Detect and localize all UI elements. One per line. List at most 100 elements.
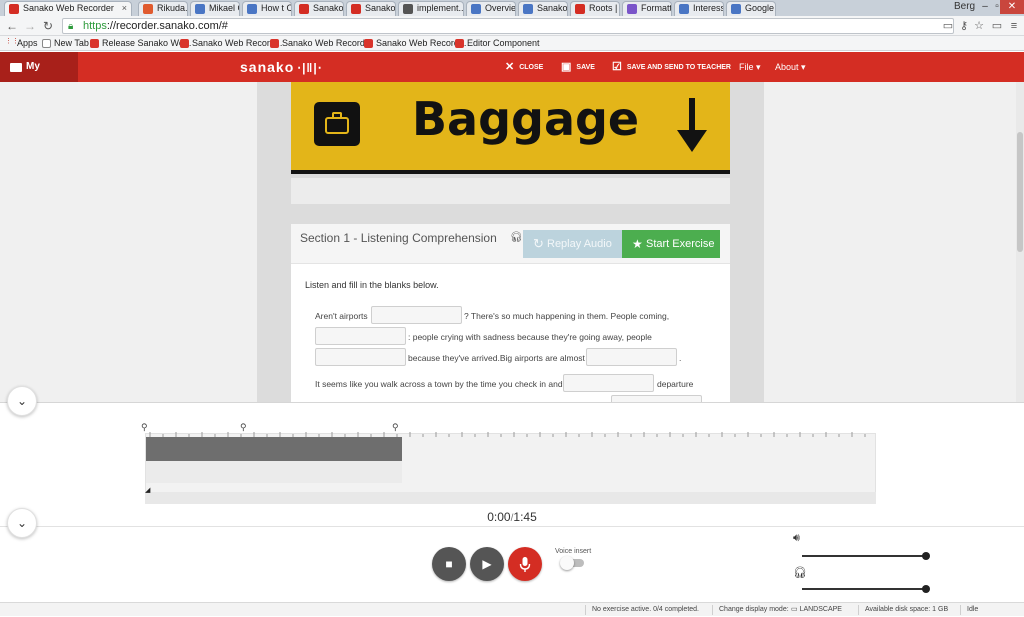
browser-tab[interactable]: Interess... [674, 1, 724, 16]
about-menu[interactable]: About ▾ [775, 52, 806, 82]
tab-label: Sanako Web Recorder [23, 3, 114, 13]
tab-close-icon[interactable]: × [122, 2, 127, 15]
blank-input-5[interactable] [563, 374, 654, 392]
marker-pin-icon[interactable]: ⚲ [141, 422, 148, 433]
bookmark-label: New Tab [54, 38, 89, 48]
cast-icon[interactable]: ▭ [990, 19, 1004, 33]
marker-pin-icon[interactable]: ⚲ [240, 422, 247, 433]
marker-pin-icon[interactable]: ⚲ [392, 422, 399, 433]
start-exercise-button[interactable]: ★ Start Exercise [622, 230, 720, 258]
bookmark-item[interactable]: New Tab [42, 37, 89, 50]
page-scrollbar[interactable] [1016, 82, 1024, 402]
my-classes-button[interactable]: My classes [0, 52, 78, 102]
tab-favicon-icon [575, 4, 585, 14]
close-button[interactable]: ✕ CLOSE [505, 52, 543, 82]
tab-label: Overview [485, 3, 516, 13]
address-bar[interactable]: 🔒︎ https://recorder.sanako.com/# [62, 18, 954, 34]
blank-input-1[interactable] [371, 306, 462, 324]
back-icon[interactable]: ← [4, 18, 20, 34]
apps-grid-icon: ⋮⋮ [5, 38, 19, 45]
save-button[interactable]: ▣ SAVE [561, 52, 595, 82]
bookmark-label: Sanako Web Record... [282, 38, 373, 48]
scrollbar-thumb[interactable] [1017, 132, 1023, 252]
tab-label: Sanako 4... [313, 3, 344, 13]
slider-knob[interactable] [922, 585, 930, 593]
chevron-down-icon: ▾ [801, 62, 806, 72]
playback-volume-slider[interactable] [802, 552, 930, 560]
stop-button[interactable]: ■ [432, 547, 466, 581]
tab-favicon-icon [523, 4, 533, 14]
blank-input-2[interactable] [315, 327, 406, 345]
blank-input-6[interactable] [611, 395, 702, 402]
browser-tab[interactable]: Rikuda... [138, 1, 188, 16]
blank-input-3[interactable] [315, 348, 406, 366]
logo-text: sanako [240, 59, 295, 75]
browser-tab[interactable]: Roots | Sa... [570, 1, 620, 16]
headphone-volume-slider[interactable] [802, 585, 930, 593]
collapse-page-button[interactable]: ⌄ [7, 386, 37, 416]
file-menu[interactable]: File ▾ [739, 52, 761, 82]
browser-tab[interactable]: Overview [466, 1, 516, 16]
bookmark-label: Sanako Web Record... [192, 38, 283, 48]
text-line-3: because they've arrived.Big airports are… [408, 353, 585, 363]
menu-icon[interactable]: ≡ [1007, 19, 1021, 33]
bookmark-item[interactable]: ⋮⋮ Apps [5, 37, 38, 50]
sanako-favicon-icon [364, 39, 373, 48]
save-send-label: SAVE AND SEND TO TEACHER [626, 63, 731, 71]
browser-tab[interactable]: Sanako - Ne... [518, 1, 568, 16]
browser-tab[interactable]: Mikael G... [190, 1, 240, 16]
browser-tab[interactable]: Formatt3 [622, 1, 672, 16]
display-mode-toggle[interactable]: ▭ LANDSCAPE [791, 603, 842, 617]
play-button[interactable]: ▶ [470, 547, 504, 581]
display-mode-label: Change display mode: [719, 606, 789, 613]
bookmark-item[interactable]: Sanako Web Record... [180, 37, 282, 50]
browser-tab[interactable]: Sanako 4... [294, 1, 344, 16]
save-label: SAVE [576, 63, 595, 71]
panel-divider [0, 526, 1024, 527]
record-button[interactable] [508, 547, 542, 581]
bookmark-item[interactable]: Editor Component [455, 37, 540, 50]
instructions: Listen and fill in the blanks below. [305, 280, 439, 290]
browser-tab[interactable]: implement... [398, 1, 464, 16]
voice-insert-toggle[interactable] [560, 556, 584, 570]
bookmark-star-icon[interactable]: ☆ [972, 19, 986, 33]
camera-icon[interactable]: ▭ [941, 19, 955, 33]
tab-favicon-icon [403, 4, 413, 14]
reload-icon[interactable]: ↻ [40, 18, 56, 34]
bookmarks-bar: ⋮⋮ Apps New Tab Release Sanako We... Sanako … [0, 36, 1024, 51]
lock-icon: 🔒︎ [68, 21, 74, 32]
bookmark-item[interactable]: Sanako Web Record... [270, 37, 372, 50]
close-label: CLOSE [519, 63, 544, 71]
playhead-icon[interactable]: ◢ [145, 486, 150, 494]
window-close-icon[interactable]: ✕ [1000, 0, 1024, 14]
key-icon[interactable]: ⚷ [957, 19, 971, 33]
tab-favicon-icon [195, 4, 205, 14]
collapse-player-button[interactable]: ⌄ [7, 508, 37, 538]
slider-knob[interactable] [922, 552, 930, 560]
browser-tab[interactable]: Sanako Web Recorder × [4, 1, 132, 16]
close-icon: ✕ [505, 61, 515, 73]
stop-icon: ■ [445, 557, 453, 571]
tab-favicon-icon [9, 4, 19, 14]
tab-favicon-icon [299, 4, 309, 14]
playback-timer: 0:00/1:45 [0, 510, 1024, 524]
save-send-button[interactable]: ☑ SAVE AND SEND TO TEACHER [612, 52, 731, 82]
browser-user-label[interactable]: Berg [954, 0, 975, 14]
forward-icon[interactable]: → [22, 18, 38, 34]
tab-label: Mikael G... [209, 3, 239, 13]
blank-input-4[interactable] [586, 348, 677, 366]
toggle-knob[interactable] [560, 556, 574, 570]
headphones-volume-icon: 🎧︎ [793, 567, 807, 579]
timeline-scroll-track[interactable] [145, 492, 876, 504]
recorded-track-lower [146, 461, 402, 483]
tab-label: implement... [417, 3, 464, 13]
browser-tab[interactable]: Google L... [726, 1, 776, 16]
replay-audio-button[interactable]: ↻ Replay Audio [523, 230, 622, 258]
browser-tab[interactable]: How t Co... [242, 1, 292, 16]
browser-tab[interactable]: Sanako R... [346, 1, 396, 16]
bookmark-item[interactable]: Sanako Web Record... [364, 37, 466, 50]
tab-label: Formatt3 [641, 3, 672, 13]
replay-audio-label: Replay Audio [547, 238, 612, 250]
bookmark-item[interactable]: Release Sanako We... [90, 37, 191, 50]
recorder-state: Idle [967, 606, 979, 613]
